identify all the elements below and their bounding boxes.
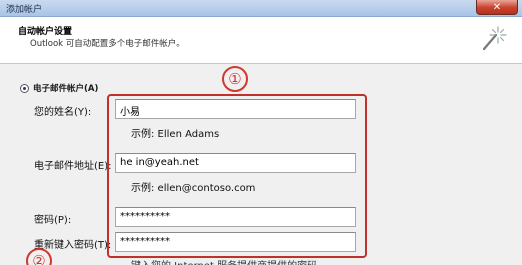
email-label: 电子邮件地址(E): [34,161,112,172]
wizard-header: 自动帐户设置 Outlook 可自动配置多个电子邮件帐户。 [0,17,522,64]
annotation-highlight-box [107,94,367,258]
title-bar: 添加帐户 ✕ [0,0,522,17]
magic-wand-icon [482,26,507,51]
header-subtitle: Outlook 可自动配置多个电子邮件帐户。 [30,39,185,49]
close-icon: ✕ [492,1,502,13]
email-account-option[interactable]: 电子邮件帐户(A) [20,82,98,94]
window-title: 添加帐户 [6,5,43,15]
password-label: 密码(P): [34,215,72,226]
password-hint: 键入您的 Internet 服务提供商提供的密码。 [131,257,327,265]
email-account-label: 电子邮件帐户(A) [33,84,99,94]
name-label: 您的姓名(Y): [34,107,92,118]
password-confirm-label: 重新键入密码(T): [34,240,112,251]
header-title: 自动帐户设置 [18,27,73,37]
annotation-marker-1: ① [222,66,248,92]
close-button[interactable]: ✕ [476,0,518,15]
email-account-radio[interactable] [20,83,29,93]
